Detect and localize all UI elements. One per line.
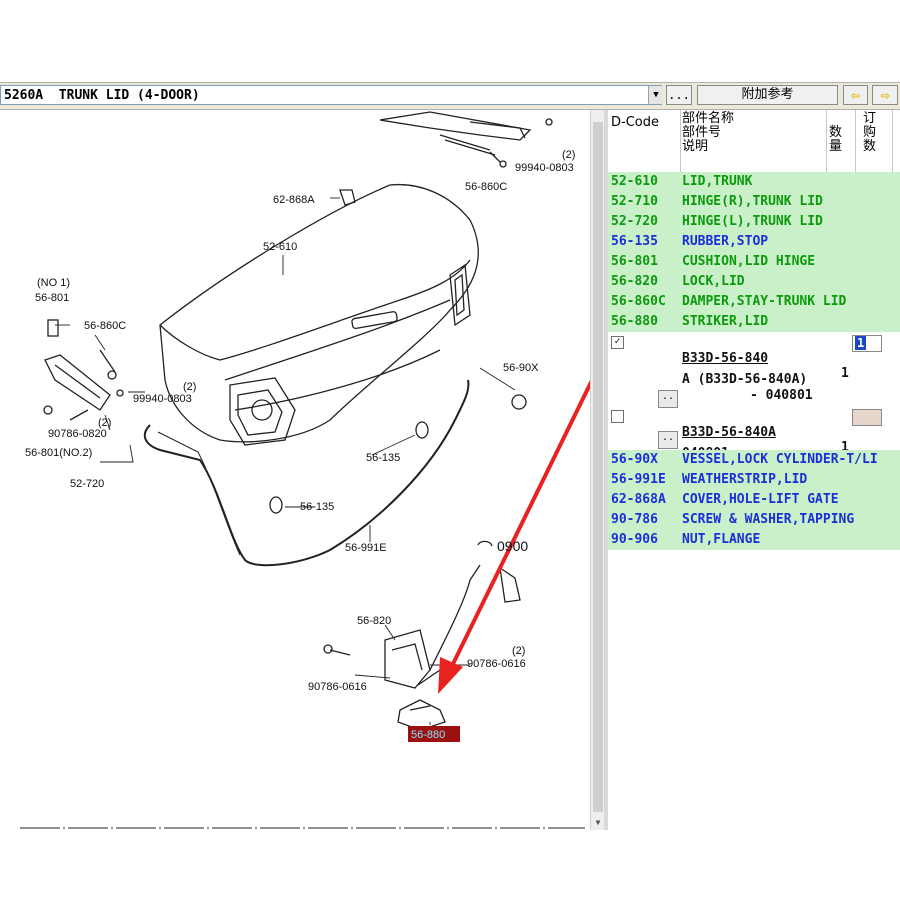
callout-90786-0820[interactable]: 90786-0820 <box>48 428 107 440</box>
header-dcode[interactable]: D-Code <box>611 116 659 130</box>
row-name: WEATHERSTRIP,LID <box>682 472 808 487</box>
header-description[interactable]: 说明 <box>682 140 708 154</box>
callout-56-860c[interactable]: 56-860C <box>84 320 126 332</box>
callout-bolt-left[interactable]: 99940-0803 <box>133 393 192 405</box>
callout-90786-0616-left[interactable]: 90786-0616 <box>308 681 367 693</box>
parts-row[interactable]: 62-868A COVER,HOLE-LIFT GATE <box>608 490 900 510</box>
parts-row[interactable]: 56-991E WEATHERSTRIP,LID <box>608 470 900 490</box>
additional-reference-button[interactable]: 附加参考 <box>697 85 838 105</box>
order-quantity-value: 1 <box>855 336 867 350</box>
row-code: 56-880 <box>611 314 658 329</box>
row-name: HINGE(L),TRUNK LID <box>682 214 823 229</box>
row-name: RUBBER,STOP <box>682 234 769 249</box>
parts-diagram[interactable]: 56-860C (2) 99940-0803 62-868A 52-610 (N… <box>0 110 592 830</box>
callout-56-880[interactable]: 56-880 <box>411 729 445 741</box>
callout-56-90x[interactable]: 56-90X <box>503 362 539 374</box>
callout-56-820[interactable]: 56-820 <box>357 615 391 627</box>
dropdown-arrow-icon[interactable]: ▼ <box>648 86 663 104</box>
row-code: 52-720 <box>611 214 658 229</box>
row-name: HINGE(R),TRUNK LID <box>682 194 823 209</box>
callout-0900[interactable]: 0900 <box>497 538 528 554</box>
row-code: 56-860C <box>611 294 666 309</box>
row-code: 56-801 <box>611 254 658 269</box>
row-name: CUSHION,LID HINGE <box>682 254 816 269</box>
header-quantity[interactable]: 数量 <box>829 126 843 154</box>
callout-90786-0616-right[interactable]: 90786-0616 <box>467 658 526 670</box>
row-name: STRIKER,LID <box>682 314 769 329</box>
arrow-left-icon: ⇦ <box>850 86 861 104</box>
parts-row[interactable]: 56-860C DAMPER,STAY-TRUNK LID <box>608 292 900 312</box>
callout-52-720[interactable]: 52-720 <box>70 478 104 490</box>
order-quantity-input[interactable]: 1 <box>852 335 882 352</box>
callout-56-991e[interactable]: 56-991E <box>345 542 387 554</box>
next-button[interactable]: ⇨ <box>872 85 898 105</box>
assembly-title-field[interactable]: 5260A TRUNK LID (4-DOOR) <box>0 85 662 105</box>
parts-row[interactable]: 52-610 LID,TRUNK <box>608 172 900 192</box>
detail-more-button[interactable]: .. <box>658 390 678 408</box>
callout-56-135-lower[interactable]: 56-135 <box>300 501 334 513</box>
row-name: COVER,HOLE-LIFT GATE <box>682 492 839 507</box>
row-code: 56-991E <box>611 472 666 487</box>
diagram-scrollbar[interactable]: ▼ <box>590 110 605 830</box>
row-name: LOCK,LID <box>682 274 745 289</box>
callout-56-135-upper[interactable]: 56-135 <box>366 452 400 464</box>
header-divider <box>855 110 856 172</box>
toolbar: 5260A TRUNK LID (4-DOOR) ▼ ... 附加参考 ⇦ ⇨ <box>0 82 900 110</box>
order-quantity-input[interactable] <box>852 409 882 426</box>
row-code: 52-610 <box>611 174 658 189</box>
row-code: 56-820 <box>611 274 658 289</box>
part-date-range: - 040801 <box>750 388 813 403</box>
parts-list-panel: D-Code 部件名称 部件号 说明 数量 订购数 52-610 LID,TRUN… <box>608 110 900 830</box>
callout-no1: (NO 1) <box>37 277 70 289</box>
previous-button[interactable]: ⇦ <box>843 85 868 105</box>
header-order-quantity[interactable]: 订购数 <box>863 112 877 154</box>
bottom-blank-area <box>0 830 900 900</box>
parts-row[interactable]: 56-880 STRIKER,LID <box>608 312 900 332</box>
parts-row[interactable]: 90-906 NUT,FLANGE <box>608 530 900 550</box>
parts-row[interactable]: 90-786 SCREW & WASHER,TAPPING <box>608 510 900 530</box>
callout-qty-top: (2) <box>562 149 575 161</box>
parts-row[interactable]: 52-720 HINGE(L),TRUNK LID <box>608 212 900 232</box>
parts-row[interactable]: 56-135 RUBBER,STOP <box>608 232 900 252</box>
browse-button[interactable]: ... <box>666 85 692 105</box>
callout-56-801-no2[interactable]: 56-801(NO.2) <box>25 447 92 459</box>
callout-52-610[interactable]: 52-610 <box>263 241 297 253</box>
row-code: 52-710 <box>611 194 658 209</box>
callout-qty-right: (2) <box>512 645 525 657</box>
header-divider <box>680 110 681 172</box>
scroll-down-icon[interactable]: ▼ <box>591 818 605 830</box>
row-code: 90-906 <box>611 532 658 547</box>
parts-row[interactable]: 56-90X VESSEL,LOCK CYLINDER-T/LI <box>608 450 900 470</box>
header-divider <box>826 110 827 172</box>
callout-62-868a[interactable]: 62-868A <box>273 194 315 206</box>
row-code: 62-868A <box>611 492 666 507</box>
callout-qty-left: (2) <box>183 381 196 393</box>
row-code: 56-135 <box>611 234 658 249</box>
header-divider <box>892 110 893 172</box>
row-code: 90-786 <box>611 512 658 527</box>
row-name: LID,TRUNK <box>682 174 753 189</box>
header-part-number[interactable]: 部件号 <box>682 126 721 140</box>
parts-row[interactable]: 56-820 LOCK,LID <box>608 272 900 292</box>
parts-table-header: D-Code 部件名称 部件号 说明 数量 订购数 <box>608 110 900 173</box>
callout-56-801[interactable]: 56-801 <box>35 292 69 304</box>
parts-row[interactable]: 52-710 HINGE(R),TRUNK LID <box>608 192 900 212</box>
arrow-right-icon: ⇨ <box>880 86 890 104</box>
callout-bolt-top[interactable]: 99940-0803 <box>515 162 574 174</box>
row-name: VESSEL,LOCK CYLINDER-T/LI <box>682 452 878 467</box>
trunk-lid-illustration: 56-860C (2) 99940-0803 62-868A 52-610 (N… <box>20 111 592 829</box>
row-name: DAMPER,STAY-TRUNK LID <box>682 294 847 309</box>
callout-56-860c-top[interactable]: 56-860C <box>465 181 507 193</box>
parts-row[interactable]: 56-801 CUSHION,LID HINGE <box>608 252 900 272</box>
row-code: 56-90X <box>611 452 658 467</box>
row-name: NUT,FLANGE <box>682 532 761 547</box>
scrollbar-thumb[interactable] <box>593 122 603 812</box>
row-name: SCREW & WASHER,TAPPING <box>682 512 855 527</box>
header-part-name[interactable]: 部件名称 <box>682 112 734 126</box>
